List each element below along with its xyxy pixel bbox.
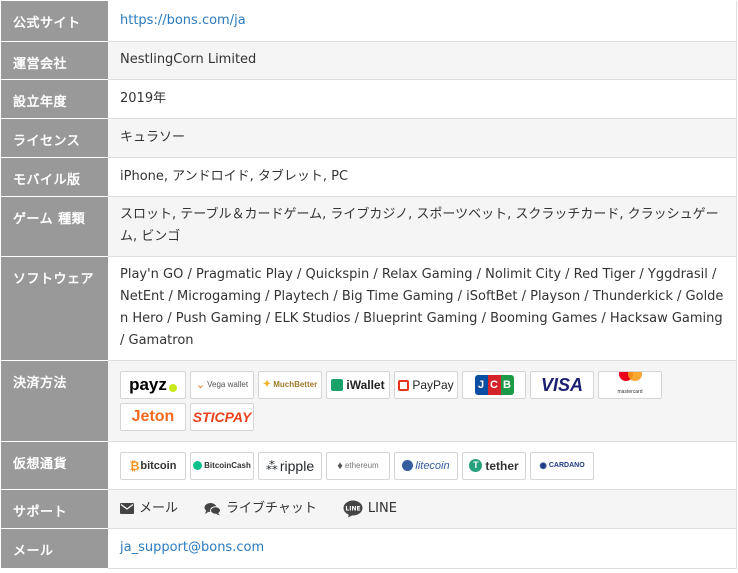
muchbetter-logo: ✦ MuchBetter: [258, 371, 322, 399]
value-email: ja_support@bons.com: [108, 528, 737, 569]
support-line: LINE LINE: [343, 498, 397, 520]
litecoin-text: litecoin: [415, 459, 450, 472]
mastercard-logo: mastercard: [598, 371, 662, 399]
row-crypto: 仮想通貨 ₿ bitcoin BitcoinCash ⁂ ripple ♦ et…: [1, 441, 737, 490]
tether-text: tether: [485, 458, 519, 473]
visa-logo: VISA: [530, 371, 594, 399]
envelope-icon: [120, 503, 134, 514]
tether-logo: T tether: [462, 451, 526, 480]
paypay-text: PayPay: [412, 378, 454, 392]
comments-icon: [204, 502, 222, 515]
ripple-icon: ⁂: [265, 458, 278, 473]
label-company: 運営会社: [1, 41, 108, 80]
support-mail-label: メール: [139, 500, 179, 516]
jcb-logo: J C B: [462, 371, 526, 399]
jeton-logo: Jeton: [120, 403, 186, 431]
svg-text:LINE: LINE: [345, 505, 360, 512]
sticpay-logo: STICPAY: [190, 403, 254, 431]
row-license: ライセンス キュラソー: [1, 118, 737, 158]
support-livechat-label: ライブチャット: [226, 500, 317, 516]
bitcoincash-icon: [193, 461, 203, 470]
label-crypto: 仮想通貨: [1, 441, 108, 490]
bitcoincash-logo: BitcoinCash: [190, 451, 254, 480]
label-official-site: 公式サイト: [1, 1, 108, 42]
muchbetter-icon: ✦: [262, 379, 272, 390]
line-app-icon: LINE: [343, 500, 363, 517]
value-crypto: ₿ bitcoin BitcoinCash ⁂ ripple ♦ ethereu…: [108, 441, 737, 490]
ripple-text: ripple: [279, 457, 315, 474]
ethereum-logo: ♦ ethereum: [326, 451, 390, 480]
value-official-site: https://bons.com/ja: [108, 1, 737, 42]
vega-wallet-icon: ⌄: [195, 379, 206, 391]
row-email: メール ja_support@bons.com: [1, 528, 737, 569]
row-support: サポート メール ライブチャット LINE LINE: [1, 489, 737, 529]
value-founded: 2019年: [108, 79, 737, 119]
jcb-mark: J C B: [474, 375, 514, 395]
value-license: キュラソー: [108, 118, 737, 158]
paypay-logo: PayPay: [394, 371, 458, 399]
value-company: NestlingCorn Limited: [108, 41, 737, 80]
litecoin-logo: litecoin: [394, 451, 458, 480]
label-software: ソフトウェア: [1, 256, 108, 361]
mastercard-text: mastercard: [617, 389, 643, 395]
support-livechat: ライブチャット: [204, 498, 317, 520]
label-license: ライセンス: [1, 118, 108, 158]
payment-logos: payz ⌄ Vega wallet ✦ MuchBetter iWallet: [120, 370, 726, 431]
bitcoin-icon: ₿: [129, 458, 140, 473]
vega-wallet-text: Vega wallet: [207, 380, 249, 389]
label-founded: 設立年度: [1, 79, 108, 119]
bitcoin-logo: ₿ bitcoin: [120, 451, 186, 480]
payz-logo-text: payz: [129, 375, 167, 394]
iwallet-icon: [331, 379, 344, 391]
support-mail: メール: [120, 498, 178, 520]
ethereum-icon: ♦: [337, 459, 343, 472]
casino-info-table: 公式サイト https://bons.com/ja 運営会社 NestlingC…: [1, 1, 737, 569]
iwallet-logo: iWallet: [326, 371, 390, 399]
iwallet-text: iWallet: [346, 378, 385, 392]
paypay-icon: [398, 379, 410, 391]
jcb-c: C: [487, 375, 501, 395]
label-payment: 決済方法: [1, 360, 108, 442]
row-games: ゲーム 種類 スロット, テーブル＆カードゲーム, ライブカジノ, スポーツベッ…: [1, 196, 737, 257]
vega-wallet-logo: ⌄ Vega wallet: [190, 371, 254, 399]
casino-info-page: 公式サイト https://bons.com/ja 運営会社 NestlingC…: [0, 0, 738, 569]
support-options: メール ライブチャット LINE LINE: [120, 498, 726, 520]
value-payment: payz ⌄ Vega wallet ✦ MuchBetter iWallet: [108, 360, 737, 442]
cardano-icon: ✺: [539, 460, 547, 471]
row-mobile: モバイル版 iPhone, アンドロイド, タブレット, PC: [1, 157, 737, 197]
email-link[interactable]: ja_support@bons.com: [120, 540, 264, 555]
ethereum-text: ethereum: [344, 460, 379, 470]
value-games: スロット, テーブル＆カードゲーム, ライブカジノ, スポーツベット, スクラッ…: [108, 196, 737, 257]
payz-logo: payz: [120, 371, 186, 399]
mastercard-circles-icon: [618, 372, 642, 381]
label-games: ゲーム 種類: [1, 196, 108, 257]
cardano-text: CARDANO: [548, 461, 585, 469]
litecoin-icon: [402, 460, 414, 471]
jcb-j: J: [474, 375, 488, 395]
row-payment: 決済方法 payz ⌄ Vega wallet ✦ MuchBetter iWa…: [1, 360, 737, 442]
label-email: メール: [1, 528, 108, 569]
payz-dot-icon: [168, 384, 177, 392]
label-mobile: モバイル版: [1, 157, 108, 197]
value-mobile: iPhone, アンドロイド, タブレット, PC: [108, 157, 737, 197]
row-official-site: 公式サイト https://bons.com/ja: [1, 1, 737, 42]
cardano-logo: ✺ CARDANO: [530, 451, 594, 480]
row-software: ソフトウェア Play'n GO / Pragmatic Play / Quic…: [1, 256, 737, 361]
row-company: 運営会社 NestlingCorn Limited: [1, 41, 737, 80]
muchbetter-text: MuchBetter: [273, 380, 318, 389]
bitcoincash-text: BitcoinCash: [204, 460, 251, 470]
official-site-link[interactable]: https://bons.com/ja: [120, 13, 246, 28]
tether-icon: T: [469, 459, 483, 472]
label-support: サポート: [1, 489, 108, 529]
value-software: Play'n GO / Pragmatic Play / Quickspin /…: [108, 256, 737, 361]
row-founded: 設立年度 2019年: [1, 79, 737, 119]
jcb-b: B: [500, 375, 514, 395]
bitcoin-text: bitcoin: [140, 459, 177, 472]
ripple-logo: ⁂ ripple: [258, 451, 322, 480]
value-support: メール ライブチャット LINE LINE: [108, 489, 737, 529]
crypto-logos: ₿ bitcoin BitcoinCash ⁂ ripple ♦ ethereu…: [120, 451, 726, 480]
support-line-label: LINE: [367, 500, 397, 516]
